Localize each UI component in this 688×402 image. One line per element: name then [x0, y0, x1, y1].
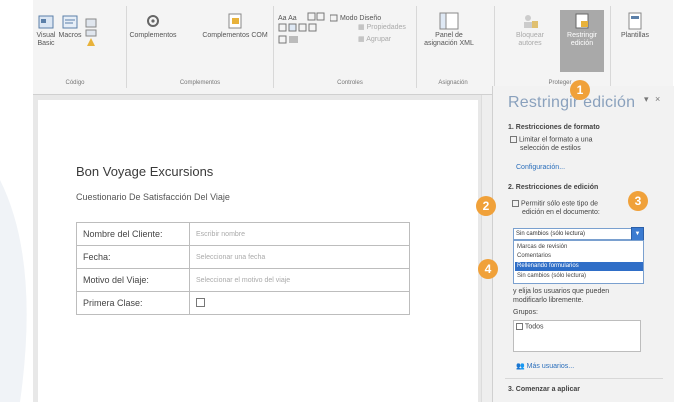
content-controls-icon: Aa Aa: [278, 12, 325, 44]
group-label-code: Código: [65, 80, 85, 86]
dropdown-option[interactable]: Comentarios: [515, 252, 643, 261]
gear-icon: [147, 15, 159, 27]
users-icon: 👥: [516, 363, 525, 370]
callout-badge-4: 4: [478, 259, 498, 279]
restrict-editing-icon: [575, 13, 589, 29]
form-table: Nombre del Cliente: Escribir nombre Fech…: [76, 222, 410, 315]
trip-reason-field[interactable]: Seleccionar el motivo del viaje: [189, 268, 410, 292]
exceptions-text: modificarlo libremente.: [513, 297, 584, 304]
dropdown-option[interactable]: Sin cambios (sólo lectura): [515, 272, 643, 281]
controls-gallery[interactable]: Aa Aa: [278, 12, 328, 51]
document-title: Bon Voyage Excursions: [76, 164, 214, 179]
record-macro-icon: [85, 18, 97, 46]
templates-icon: [628, 12, 642, 30]
pane-options-icon[interactable]: ▾: [644, 94, 649, 105]
field-label: Fecha:: [76, 245, 190, 269]
com-addins-icon: [228, 13, 242, 29]
groups-label: Grupos:: [513, 309, 538, 316]
exceptions-text: y elija los usuarios que pueden: [513, 288, 610, 295]
allow-editing-checkbox[interactable]: Permitir sólo este tipo de: [512, 200, 598, 207]
group-button[interactable]: ▦ Agrupar: [358, 36, 391, 44]
group-label-mapping: Asignación: [438, 80, 468, 86]
xml-pane-icon: [439, 12, 459, 30]
section-formatting-heading: 1. Restricciones de formato: [508, 124, 600, 131]
table-row: Nombre del Cliente: Escribir nombre: [76, 222, 410, 246]
settings-link[interactable]: Configuración...: [516, 164, 565, 171]
group-separator: [416, 6, 417, 88]
macro-tools-button[interactable]: [84, 18, 98, 51]
com-addins-button[interactable]: Complementos COM: [200, 12, 270, 40]
block-authors-icon: [524, 15, 538, 28]
properties-button[interactable]: ▦ Propiedades: [358, 24, 406, 32]
chevron-down-icon[interactable]: ▼: [631, 227, 644, 241]
callout-badge-3: 3: [628, 191, 648, 211]
table-row: Motivo del Viaje: Seleccionar el motivo …: [76, 268, 410, 292]
group-separator: [126, 6, 127, 88]
group-label-controls: Controles: [337, 80, 363, 86]
group-separator: [494, 6, 495, 88]
checkbox-box: [510, 136, 517, 143]
section-enforce-heading: 3. Comenzar a aplicar: [508, 386, 580, 393]
macros-button[interactable]: Macros: [58, 14, 82, 40]
templates-button[interactable]: Plantillas: [612, 12, 658, 40]
group-icon: ▦: [358, 36, 365, 43]
group-separator: [273, 6, 274, 88]
macros-icon: [62, 15, 78, 29]
dropdown-option[interactable]: Marcas de revisión: [515, 243, 643, 252]
callout-badge-1: 1: [570, 80, 590, 100]
limit-formatting-checkbox[interactable]: Limitar el formato a una: [510, 136, 593, 143]
block-authors-button[interactable]: Bloquear autores: [510, 12, 550, 48]
checkbox-label-continued: edición en el documento:: [522, 209, 600, 216]
divider: [505, 378, 663, 379]
table-row: Primera Clase:: [76, 291, 410, 315]
svg-text:Aa Aa: Aa Aa: [278, 15, 297, 22]
checkbox-box: [516, 323, 523, 330]
date-picker-field[interactable]: Seleccionar una fecha: [189, 245, 410, 269]
group-separator: [610, 6, 611, 88]
vertical-scrollbar[interactable]: [481, 95, 492, 402]
field-label: Nombre del Cliente:: [76, 222, 190, 246]
vb-icon: [38, 15, 54, 29]
checkbox-label-continued: selección de estilos: [520, 145, 581, 152]
design-mode-icon: [329, 14, 338, 22]
design-mode-button[interactable]: Modo Diseño: [329, 14, 381, 23]
first-class-checkbox[interactable]: [196, 297, 205, 307]
more-users-link[interactable]: 👥 Más usuarios...: [516, 362, 574, 370]
close-icon[interactable]: ×: [655, 94, 660, 104]
addins-button[interactable]: Complementos: [128, 12, 178, 40]
xml-mapping-pane-button[interactable]: Panel de asignación XML: [422, 12, 476, 48]
editing-type-dropdown[interactable]: Sin cambios (sólo lectura): [513, 228, 643, 240]
restrict-editing-button[interactable]: Restringir edición: [560, 10, 604, 72]
visual-basic-button[interactable]: Visual Basic: [34, 14, 58, 48]
checkbox-box: [512, 200, 519, 207]
properties-icon: ▦: [358, 24, 365, 31]
field-label: Primera Clase:: [76, 291, 190, 315]
everyone-checkbox[interactable]: Todos: [516, 323, 544, 330]
section-editing-heading: 2. Restricciones de edición: [508, 184, 599, 191]
group-label-addins: Complementos: [179, 80, 221, 86]
field-label: Motivo del Viaje:: [76, 268, 190, 292]
dropdown-option-selected[interactable]: Rellenando formularios: [515, 262, 643, 271]
customer-name-field[interactable]: Escribir nombre: [189, 222, 410, 246]
table-row: Fecha: Seleccionar una fecha: [76, 245, 410, 269]
callout-badge-2: 2: [476, 196, 496, 216]
document-subtitle: Cuestionario De Satisfacción Del Viaje: [76, 192, 230, 202]
